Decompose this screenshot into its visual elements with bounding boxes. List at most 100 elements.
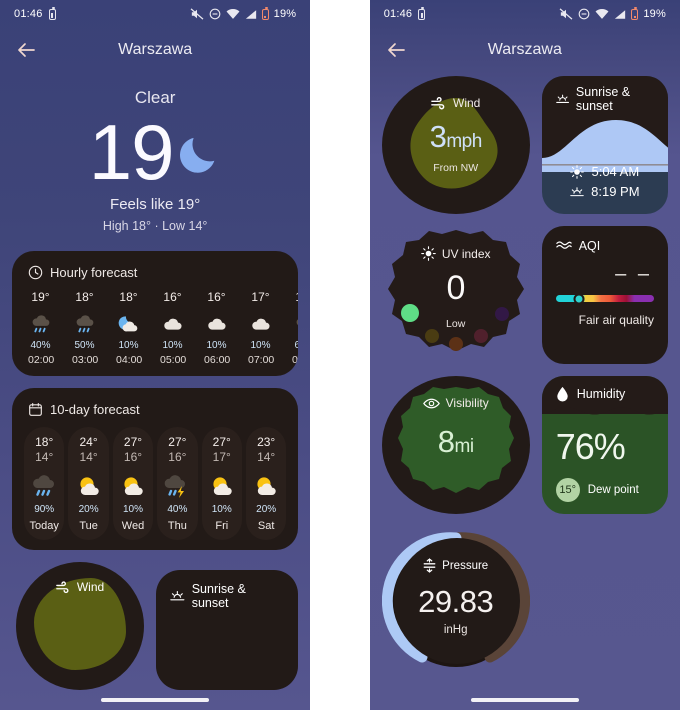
visibility-card-label: Visibility <box>422 396 489 410</box>
day-name: Wed <box>121 520 145 532</box>
pressure-icon <box>423 558 436 573</box>
hour-temp: 18° <box>292 290 298 304</box>
details-row-3: Visibility 8mi Humidity 76% 15° Dew poin… <box>381 376 668 514</box>
details-row-4: Pressure 29.83 inHg <box>381 526 668 676</box>
ten-day-list[interactable]: 18° 14° 90% Today 24° 14° 20% Tue 27° 16… <box>12 427 298 540</box>
aqi-marker <box>573 293 585 304</box>
sunset-time: 8:19 PM <box>591 184 640 199</box>
dew-point-label: Dew point <box>587 484 639 496</box>
hour-precip: 10% <box>250 340 271 351</box>
current-conditions: Clear 19 Feels like 19° High 18° · Low 1… <box>0 72 310 233</box>
hourly-forecast-header: Hourly forecast <box>12 263 298 290</box>
humidity-value: 76% <box>555 426 626 467</box>
feels-like: Feels like 19° <box>110 196 201 213</box>
aqi-card[interactable]: AQI – – Fair air quality <box>541 226 668 364</box>
sunrise-icon <box>170 590 185 600</box>
day-high: 18° <box>35 435 54 449</box>
dnd-icon <box>209 8 221 20</box>
arrow-left-icon[interactable] <box>384 38 408 62</box>
hour-precip: 60% <box>294 340 299 351</box>
hour-precip: 10% <box>206 340 227 351</box>
hourly-item[interactable]: 18° 50% 03:00 <box>72 290 98 366</box>
hourly-item[interactable]: 19° 40% 02:00 <box>28 290 54 366</box>
details-grid: Wind 3mph From NW Sunrise & sunset 5:04 … <box>370 72 680 676</box>
hourly-item[interactable]: 16° 10% 06:00 <box>204 290 230 366</box>
humidity-wave <box>541 400 668 415</box>
hourly-item[interactable]: 18° 60% 08:00 <box>292 290 299 366</box>
nav-home-indicator[interactable] <box>470 698 579 702</box>
day-name: Today <box>29 520 59 532</box>
phone-screen-main: 01:46 19% Warszawa Clear 19 Feels like 1… <box>0 0 311 710</box>
sunset-icon <box>570 186 584 196</box>
nav-home-indicator[interactable] <box>101 698 210 702</box>
visibility-distance: 8 <box>437 424 455 459</box>
day-item[interactable]: 23° 14° 20% Sat <box>245 427 287 540</box>
day-item[interactable]: 18° 14° 90% Today <box>24 427 65 540</box>
day-low: 16° <box>123 450 143 464</box>
uv-index-card[interactable]: UV index 0 Low <box>382 226 530 364</box>
hourly-forecast-card[interactable]: Hourly forecast 19° 40% 02:00 18° 50% 03… <box>12 251 299 376</box>
wind-card-label: Wind <box>16 580 144 594</box>
wind-icon <box>431 96 445 109</box>
pressure-card[interactable]: Pressure 29.83 inHg <box>381 526 530 676</box>
day-precip: 10% <box>122 504 143 515</box>
hourly-item[interactable]: 18° 10% 04:00 <box>116 290 142 366</box>
visibility-card[interactable]: Visibility 8mi <box>381 376 530 514</box>
sunrise-card-label: Sunrise & sunset <box>156 570 298 622</box>
wind-direction: From NW <box>433 162 479 174</box>
hour-precip: 10% <box>118 340 139 351</box>
cloud-icon <box>248 312 273 338</box>
hourly-forecast-title: Hourly forecast <box>50 265 138 280</box>
aqi-description: Fair air quality <box>578 313 654 327</box>
aqi-value: – – <box>615 263 652 285</box>
sun-icon <box>570 165 585 179</box>
hour-temp: 16° <box>207 290 226 304</box>
arrow-left-icon[interactable] <box>14 38 38 62</box>
rain-icon <box>72 312 97 338</box>
hourly-item[interactable]: 17° 10% 07:00 <box>248 290 274 366</box>
day-precip: 90% <box>34 504 55 515</box>
hour-time: 08:00 <box>292 354 298 366</box>
wind-card-peek[interactable]: Wind <box>16 562 144 690</box>
status-bar-right: 19% <box>190 7 297 20</box>
hourly-item[interactable]: 16° 10% 05:00 <box>160 290 186 366</box>
wind-label-text: Wind <box>76 580 105 594</box>
uv-card-content: UV index 0 Low <box>382 226 530 364</box>
dual-screenshot-stage: 01:46 19% Warszawa Clear 19 Feels like 1… <box>0 0 680 710</box>
mute-icon <box>190 8 204 20</box>
wind-unit: mph <box>446 131 482 152</box>
status-time: 01:46 <box>14 8 43 20</box>
day-item[interactable]: 24° 14° 20% Tue <box>68 427 109 540</box>
day-low: 17° <box>212 450 231 464</box>
day-name: Sat <box>257 520 275 532</box>
sunrise-icon <box>555 94 569 103</box>
sunrise-sunset-card[interactable]: Sunrise & sunset 5:04 AM 8:19 PM <box>541 76 668 214</box>
day-item[interactable]: 27° 17° 10% Fri <box>201 427 242 540</box>
status-bar: 01:46 19% <box>370 0 680 28</box>
clock-icon <box>28 265 43 280</box>
battery-icon <box>631 7 639 20</box>
day-name: Fri <box>215 520 229 532</box>
sunrise-sunset-card-peek[interactable]: Sunrise & sunset <box>156 570 299 690</box>
dew-point-badge: 15° <box>555 478 580 502</box>
details-row-1: Wind 3mph From NW Sunrise & sunset 5:04 … <box>381 76 668 214</box>
partly-moon-icon <box>116 312 141 338</box>
hourly-forecast-list[interactable]: 19° 40% 02:00 18° 50% 03:00 18° 10% 04:0… <box>12 290 299 366</box>
condition-text: Clear <box>134 88 176 107</box>
humidity-label-text: Humidity <box>576 387 626 401</box>
eye-icon <box>422 398 440 408</box>
day-item[interactable]: 27° 16° 10% Wed <box>112 427 154 540</box>
status-bar: 01:46 19% <box>0 0 310 28</box>
pressure-card-label: Pressure <box>382 558 530 573</box>
humidity-card[interactable]: Humidity 76% 15° Dew point <box>541 376 668 514</box>
wind-card[interactable]: Wind 3mph From NW <box>381 76 530 214</box>
partly-sunny-icon <box>68 472 108 502</box>
battery-icon <box>261 7 269 20</box>
ten-day-forecast-header: 10-day forecast <box>12 400 298 427</box>
day-high: 27° <box>168 435 187 449</box>
hour-temp: 16° <box>163 290 182 304</box>
day-precip: 20% <box>256 504 277 515</box>
ten-day-forecast-card[interactable]: 10-day forecast 18° 14° 90% Today 24° 14… <box>12 388 299 550</box>
sunset-time-row: 8:19 PM <box>542 182 668 202</box>
day-item[interactable]: 27° 16° 40% Thu <box>157 427 198 540</box>
